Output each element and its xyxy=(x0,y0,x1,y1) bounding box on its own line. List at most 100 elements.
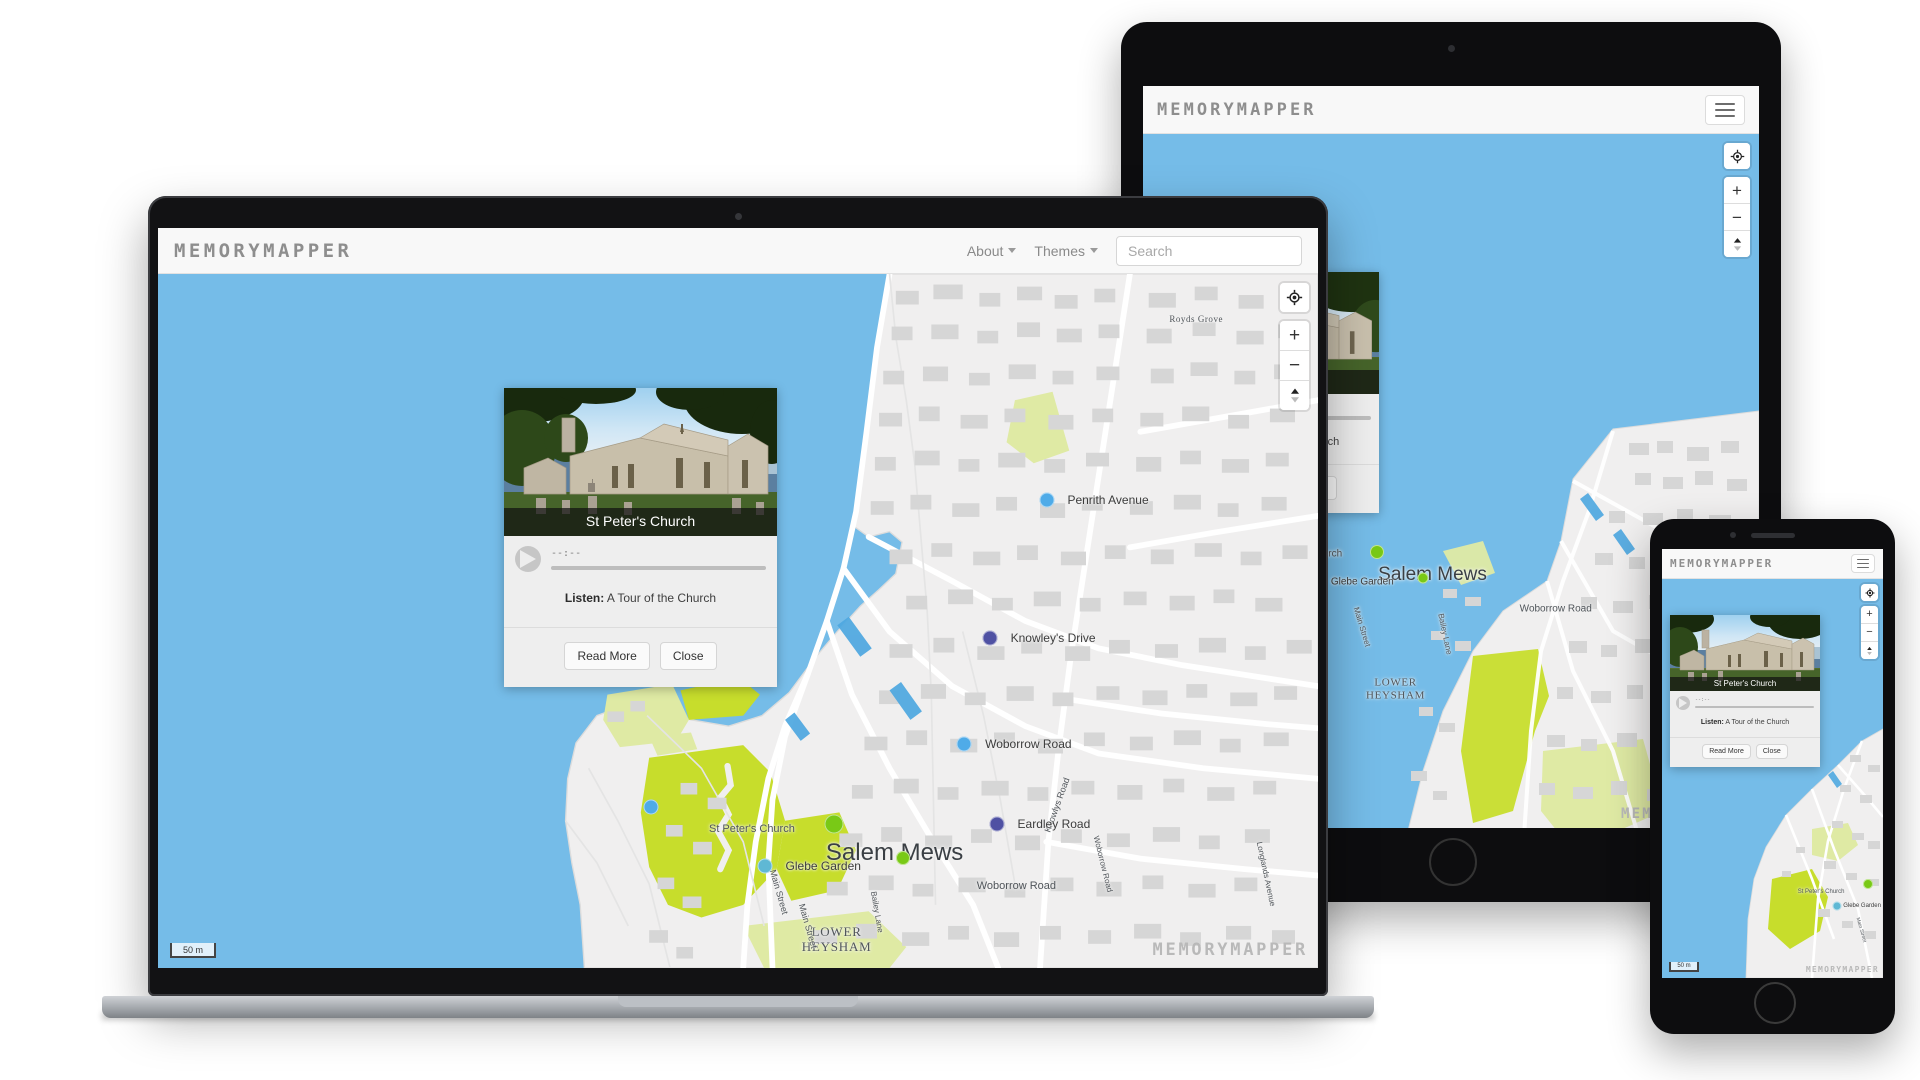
map-watermark: MEMORYMAPPER xyxy=(1152,940,1308,960)
zoom-out-icon[interactable]: − xyxy=(1724,203,1750,230)
phone-map-controls[interactable]: + − xyxy=(1861,584,1878,659)
zoom-control-group[interactable]: + − xyxy=(1280,321,1309,410)
geolocate-control-group[interactable] xyxy=(1724,143,1750,169)
phone-screen: MEMORYMAPPER + − St Peter's Church Glebe… xyxy=(1662,549,1883,978)
map-marker-green-a[interactable] xyxy=(1370,544,1385,559)
map-marker-glebe-garden[interactable] xyxy=(1832,901,1842,911)
compass-icon[interactable] xyxy=(1724,230,1750,257)
audio-track[interactable]: --:-- xyxy=(551,547,766,570)
hamburger-icon[interactable] xyxy=(1851,554,1875,573)
read-more-button[interactable]: Read More xyxy=(1702,744,1751,759)
laptop-screen: MEMORYMAPPER About Themes Search + − Roy… xyxy=(158,228,1318,968)
search-input[interactable]: Search xyxy=(1116,235,1302,266)
tablet-map-controls[interactable]: + − xyxy=(1724,143,1750,257)
map-marker-label-glebe-garden: Glebe Garden xyxy=(1330,576,1394,588)
laptop-navbar: MEMORYMAPPER About Themes Search xyxy=(158,228,1318,274)
popup-listen-line: Listen: A Tour of the Church xyxy=(504,580,777,627)
listen-label: Listen: xyxy=(1700,719,1724,726)
zoom-in-icon[interactable]: + xyxy=(1861,606,1878,623)
chevron-down-icon xyxy=(1008,248,1017,253)
geolocate-icon[interactable] xyxy=(1724,143,1750,169)
map-marker-green-b[interactable] xyxy=(1417,572,1429,584)
zoom-control-group[interactable]: + − xyxy=(1724,177,1750,257)
geolocate-control-group[interactable] xyxy=(1861,584,1878,601)
map-marker-green-a[interactable] xyxy=(824,814,844,834)
audio-progress-bar[interactable] xyxy=(1695,706,1814,708)
compass-icon[interactable] xyxy=(1280,380,1309,410)
audio-time-display: --:-- xyxy=(551,547,582,559)
laptop-camera-icon xyxy=(734,213,742,220)
map-marker-label-eardley-road: Eardley Road xyxy=(1017,817,1091,832)
zoom-out-icon[interactable]: − xyxy=(1280,350,1309,380)
map-marker-label-knowleys-drive: Knowley's Drive xyxy=(1010,631,1096,646)
laptop-feature-popup: St Peter's Church --:-- Listen: A Tour o… xyxy=(504,388,777,687)
map-label-royds-grove: Royds Grove xyxy=(1169,314,1224,325)
phone-app: MEMORYMAPPER + − St Peter's Church Glebe… xyxy=(1662,549,1883,978)
laptop-app: MEMORYMAPPER About Themes Search + − Roy… xyxy=(158,228,1318,968)
nav-item-themes-label: Themes xyxy=(1034,242,1085,259)
popup-photo: St Peter's Church xyxy=(504,388,777,536)
play-icon[interactable] xyxy=(515,546,541,572)
map-marker-woborrow-road[interactable] xyxy=(956,736,972,752)
map-marker-eardley-road[interactable] xyxy=(989,816,1005,832)
zoom-in-icon[interactable]: + xyxy=(1280,321,1309,350)
map-marker-coast[interactable] xyxy=(643,799,659,815)
compass-icon[interactable] xyxy=(1861,641,1878,659)
close-button[interactable]: Close xyxy=(659,642,717,670)
map-label-st-peters-church: St Peter's Church xyxy=(1797,889,1845,896)
map-marker-knowleys-drive[interactable] xyxy=(982,630,998,646)
geolocate-control-group[interactable] xyxy=(1280,283,1309,312)
nav-item-about[interactable]: About xyxy=(967,243,1017,259)
popup-photo: St Peter's Church xyxy=(1670,615,1820,691)
listen-title: A Tour of the Church xyxy=(1725,719,1790,726)
responsive-device-mockup: MEMORYMAPPER + − Salem Mews LOWER HEYSHA… xyxy=(0,0,1920,1080)
geolocate-icon[interactable] xyxy=(1861,584,1878,601)
phone-camera-icon xyxy=(1729,532,1736,538)
popup-audio-player[interactable]: --:-- xyxy=(1670,691,1820,714)
map-scale-bar: 50 m xyxy=(1669,962,1699,972)
laptop-base-notch xyxy=(618,996,858,1007)
phone-device: MEMORYMAPPER + − St Peter's Church Glebe… xyxy=(1650,519,1895,1034)
audio-time-display: --:-- xyxy=(1695,697,1711,703)
map-label-woborrow-road: Woborrow Road xyxy=(976,880,1057,893)
zoom-in-icon[interactable]: + xyxy=(1724,177,1750,203)
map-marker-label-penrith-avenue: Penrith Avenue xyxy=(1067,492,1149,507)
audio-track[interactable]: --:-- xyxy=(1695,698,1814,708)
play-icon[interactable] xyxy=(1676,696,1690,710)
map-marker-green-b[interactable] xyxy=(895,851,910,866)
popup-listen-line: Listen: A Tour of the Church xyxy=(1670,714,1820,737)
zoom-out-icon[interactable]: − xyxy=(1861,623,1878,641)
phone-home-button[interactable] xyxy=(1753,982,1796,1024)
nav-links: About Themes Search xyxy=(967,235,1302,266)
audio-progress-bar[interactable] xyxy=(551,565,766,570)
listen-label: Listen: xyxy=(564,591,605,605)
hamburger-icon[interactable] xyxy=(1705,94,1745,125)
popup-footer: Read More Close xyxy=(504,627,777,687)
phone-feature-popup: St Peter's Church --:-- Listen: A Tour o… xyxy=(1670,615,1820,767)
app-brand-logo[interactable]: MEMORYMAPPER xyxy=(1670,557,1773,570)
map-scale-bar: 50 m xyxy=(170,943,216,958)
zoom-control-group[interactable]: + − xyxy=(1861,606,1878,659)
nav-item-about-label: About xyxy=(966,242,1004,259)
read-more-button[interactable]: Read More xyxy=(564,642,650,670)
map-label-st-peters-church: St Peter's Church xyxy=(708,823,795,836)
map-watermark: MEMORYMAPPER xyxy=(1805,965,1879,974)
app-brand-logo[interactable]: MEMORYMAPPER xyxy=(174,240,352,262)
map-marker-glebe-garden[interactable] xyxy=(757,858,773,874)
listen-title: A Tour of the Church xyxy=(606,591,717,605)
popup-audio-player[interactable]: --:-- xyxy=(504,536,777,580)
geolocate-icon[interactable] xyxy=(1280,283,1309,312)
map-marker-green-a[interactable] xyxy=(1862,879,1873,890)
popup-photo-caption: St Peter's Church xyxy=(1670,677,1820,691)
close-button[interactable]: Close xyxy=(1755,744,1788,759)
phone-speaker xyxy=(1750,533,1795,538)
map-label-lower-heysham: LOWER HEYSHAM xyxy=(1366,676,1426,702)
phone-navbar: MEMORYMAPPER xyxy=(1662,549,1883,579)
app-brand-logo[interactable]: MEMORYMAPPER xyxy=(1157,100,1317,120)
nav-item-themes[interactable]: Themes xyxy=(1034,243,1098,259)
tablet-home-button[interactable] xyxy=(1429,838,1477,886)
map-marker-penrith-avenue[interactable] xyxy=(1039,492,1055,508)
laptop-map-controls[interactable]: + − xyxy=(1280,283,1309,410)
popup-footer: Read More Close xyxy=(1670,737,1820,767)
popup-photo-caption: St Peter's Church xyxy=(504,508,777,536)
